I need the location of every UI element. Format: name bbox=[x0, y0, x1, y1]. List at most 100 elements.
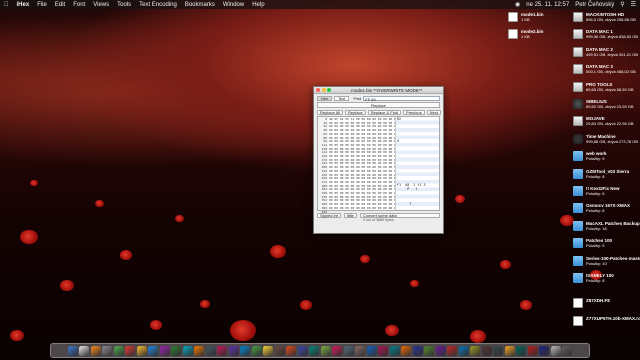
desktop-icon-folder[interactable]: GZMTool_v03 Sierra Položky: 8 bbox=[573, 168, 640, 179]
dock-app-icon[interactable] bbox=[332, 345, 343, 356]
dock-app-icon[interactable] bbox=[159, 345, 170, 356]
desktop-icon-folder[interactable]: Series-100-Patches-master Položky: 10 bbox=[573, 255, 640, 266]
mode-text-toggle[interactable]: Text bbox=[334, 95, 350, 101]
dock-app-icon[interactable] bbox=[194, 345, 205, 356]
ascii-column[interactable]: R2 U F1 A0 1 ř1 3 P 1 7 bbox=[395, 117, 439, 210]
dock-app-icon[interactable] bbox=[228, 345, 239, 356]
dock-app-icon[interactable] bbox=[366, 345, 377, 356]
dock-app-icon[interactable] bbox=[389, 345, 400, 356]
hex-column[interactable]: 4D 6F 64 65 31 00 00 00 00 00 00 00 00 0… bbox=[328, 117, 395, 210]
dock-app-icon[interactable] bbox=[263, 345, 274, 356]
desktop-icon-disk[interactable]: DATA MAC 3 500,1 GB, zbývá 468,02 GB bbox=[573, 64, 640, 75]
dock-app-icon[interactable] bbox=[412, 345, 423, 356]
desktop-file[interactable]: mode1.bin 1 KB bbox=[508, 12, 548, 22]
desktop-icon-disk[interactable]: DATA MAC 1 999,36 GB, zbývá 838,63 GB bbox=[573, 29, 640, 40]
dock-app-icon[interactable] bbox=[251, 345, 262, 356]
replace-all-button[interactable]: Replace All bbox=[317, 109, 344, 115]
ihex-window[interactable]: mode1.bin **OVERWRITE MODE** Hex Text Fi… bbox=[313, 86, 444, 234]
dock-app-icon[interactable] bbox=[458, 345, 469, 356]
dock-app-icon[interactable] bbox=[309, 345, 320, 356]
dock-app-icon[interactable] bbox=[286, 345, 297, 356]
dock-app-icon[interactable] bbox=[102, 345, 113, 356]
dock-app-icon[interactable] bbox=[79, 345, 90, 356]
find-input[interactable]: FF 84 bbox=[363, 95, 440, 102]
menu-tools[interactable]: Tools bbox=[117, 2, 131, 8]
dock-app-icon[interactable] bbox=[527, 345, 538, 356]
next-button[interactable]: Next bbox=[426, 109, 441, 115]
menu-views[interactable]: Views bbox=[93, 2, 109, 8]
desktop-icon-folder[interactable]: !! Kext2Fix New Položky: 6 bbox=[573, 186, 640, 196]
dock-app-icon[interactable] bbox=[493, 345, 504, 356]
desktop-icon-folder[interactable]: ISANELY 100 Položky: 8 bbox=[573, 273, 640, 283]
dock-app-icon[interactable] bbox=[90, 345, 101, 356]
signed-int-select[interactable]: Signed int bbox=[317, 212, 341, 218]
window-titlebar[interactable]: mode1.bin **OVERWRITE MODE** bbox=[314, 87, 443, 94]
spotlight-icon[interactable]: ⚲ bbox=[620, 1, 624, 8]
desktop-icon-disk[interactable]: MOJAVE 29,83 GB, zbývá 22,96 GB bbox=[573, 116, 640, 127]
desktop-icon-app[interactable]: SIBELIUS 69,52 GB, zbývá 23,99 GB bbox=[573, 99, 640, 109]
dock-app-icon[interactable] bbox=[67, 345, 78, 356]
desktop-icon-disk[interactable]: MACKINTOSH HD 596,3 GB, zbývá 258,88 GB bbox=[573, 12, 640, 22]
dock-app-icon[interactable] bbox=[148, 345, 159, 356]
menu-file[interactable]: File bbox=[37, 2, 47, 8]
notification-center-icon[interactable]: ☰ bbox=[631, 1, 636, 8]
menu-help[interactable]: Help bbox=[252, 2, 264, 8]
desktop-icon-folder[interactable]: Osmocv 167X-XMAX Položky: 8 bbox=[573, 203, 640, 214]
zoom-button[interactable] bbox=[327, 88, 331, 92]
menu-font[interactable]: Font bbox=[73, 2, 85, 8]
dock-app-icon[interactable] bbox=[320, 345, 331, 356]
dock-app-icon[interactable] bbox=[240, 345, 251, 356]
desktop-icon-folder[interactable]: web work Položky: 9 bbox=[573, 151, 640, 162]
dock-app-icon[interactable] bbox=[355, 345, 366, 356]
menu-user[interactable]: Petr Čeňovský bbox=[575, 2, 614, 8]
dock-app-icon[interactable] bbox=[401, 345, 412, 356]
desktop-icon-folder[interactable]: Patches 100 Položky: 5 bbox=[573, 238, 640, 249]
replace-button[interactable]: Replace bbox=[345, 109, 366, 115]
menu-window[interactable]: Window bbox=[223, 2, 244, 8]
dock-app-icon[interactable] bbox=[447, 345, 458, 356]
dock-app-icon[interactable] bbox=[205, 345, 216, 356]
wifi-icon[interactable]: ◉ bbox=[515, 1, 520, 8]
dock-app-icon[interactable] bbox=[516, 345, 527, 356]
menu-bookmarks[interactable]: Bookmarks bbox=[185, 2, 215, 8]
dock-app-icon[interactable] bbox=[113, 345, 124, 356]
dock-app-icon[interactable] bbox=[481, 345, 492, 356]
dock-app-icon[interactable] bbox=[539, 345, 550, 356]
replace-field[interactable]: Replace bbox=[317, 102, 440, 108]
dock-app-icon[interactable] bbox=[125, 345, 136, 356]
dock-app-icon[interactable] bbox=[171, 345, 182, 356]
dock-app-icon[interactable] bbox=[136, 345, 147, 356]
apple-menu-icon[interactable]:  bbox=[4, 2, 9, 8]
menu-app-name[interactable]: iHex bbox=[17, 2, 30, 8]
dock-app-icon[interactable] bbox=[424, 345, 435, 356]
dock-app-icon[interactable] bbox=[378, 345, 389, 356]
desktop-icon-doc[interactable]: Z77XUP5TH.10b-XMAX.rom bbox=[573, 315, 640, 326]
desktop-icon-disk[interactable]: PRO TOOLS 69,65 GB, zbývá 58,59 GB bbox=[573, 81, 640, 92]
desktop-icon-tm[interactable]: Time Machine 999,86 GB, zbývá 273,78 GB bbox=[573, 133, 640, 144]
dock-app-icon[interactable] bbox=[550, 345, 561, 356]
replace-find-button[interactable]: Replace & Find bbox=[367, 109, 402, 115]
convert-data-field[interactable]: Convert some data bbox=[359, 212, 440, 218]
hex-editor[interactable]: 0 16 32 48 64 80 96 112 128 144 160 176 192 208 224 240… bbox=[317, 116, 440, 217]
previous-button[interactable]: Previous bbox=[403, 109, 425, 115]
dock-app-icon[interactable] bbox=[470, 345, 481, 356]
dock-app-icon[interactable] bbox=[504, 345, 515, 356]
desktop-icon-doc[interactable]: Z87XDH.F8 bbox=[573, 298, 640, 309]
desktop-icon-folder[interactable]: MacAXL Patches Backup Položky: 16 bbox=[573, 220, 640, 231]
dock-app-icon[interactable] bbox=[435, 345, 446, 356]
menu-text-encoding[interactable]: Text Encoding bbox=[139, 2, 177, 8]
menu-datetime[interactable]: ne 25. 11. 12:57 bbox=[526, 2, 569, 8]
dock-app-icon[interactable] bbox=[562, 345, 573, 356]
minimize-button[interactable] bbox=[321, 88, 326, 92]
menu-edit[interactable]: Edit bbox=[55, 2, 65, 8]
dock-app-icon[interactable] bbox=[274, 345, 285, 356]
desktop-icon-disk[interactable]: DATA MAC 2 499,51 GB, zbývá 301,21 GB bbox=[573, 46, 640, 57]
desktop-file[interactable]: mode2.bin 1 KB bbox=[508, 29, 548, 39]
dock-app-icon[interactable] bbox=[297, 345, 308, 356]
close-button[interactable] bbox=[316, 88, 320, 92]
mode-hex-toggle[interactable]: Hex bbox=[317, 95, 333, 101]
endianness-select[interactable]: little bbox=[343, 212, 357, 218]
dock-app-icon[interactable] bbox=[343, 345, 354, 356]
dock-app-icon[interactable] bbox=[182, 345, 193, 356]
dock-app-icon[interactable] bbox=[217, 345, 228, 356]
